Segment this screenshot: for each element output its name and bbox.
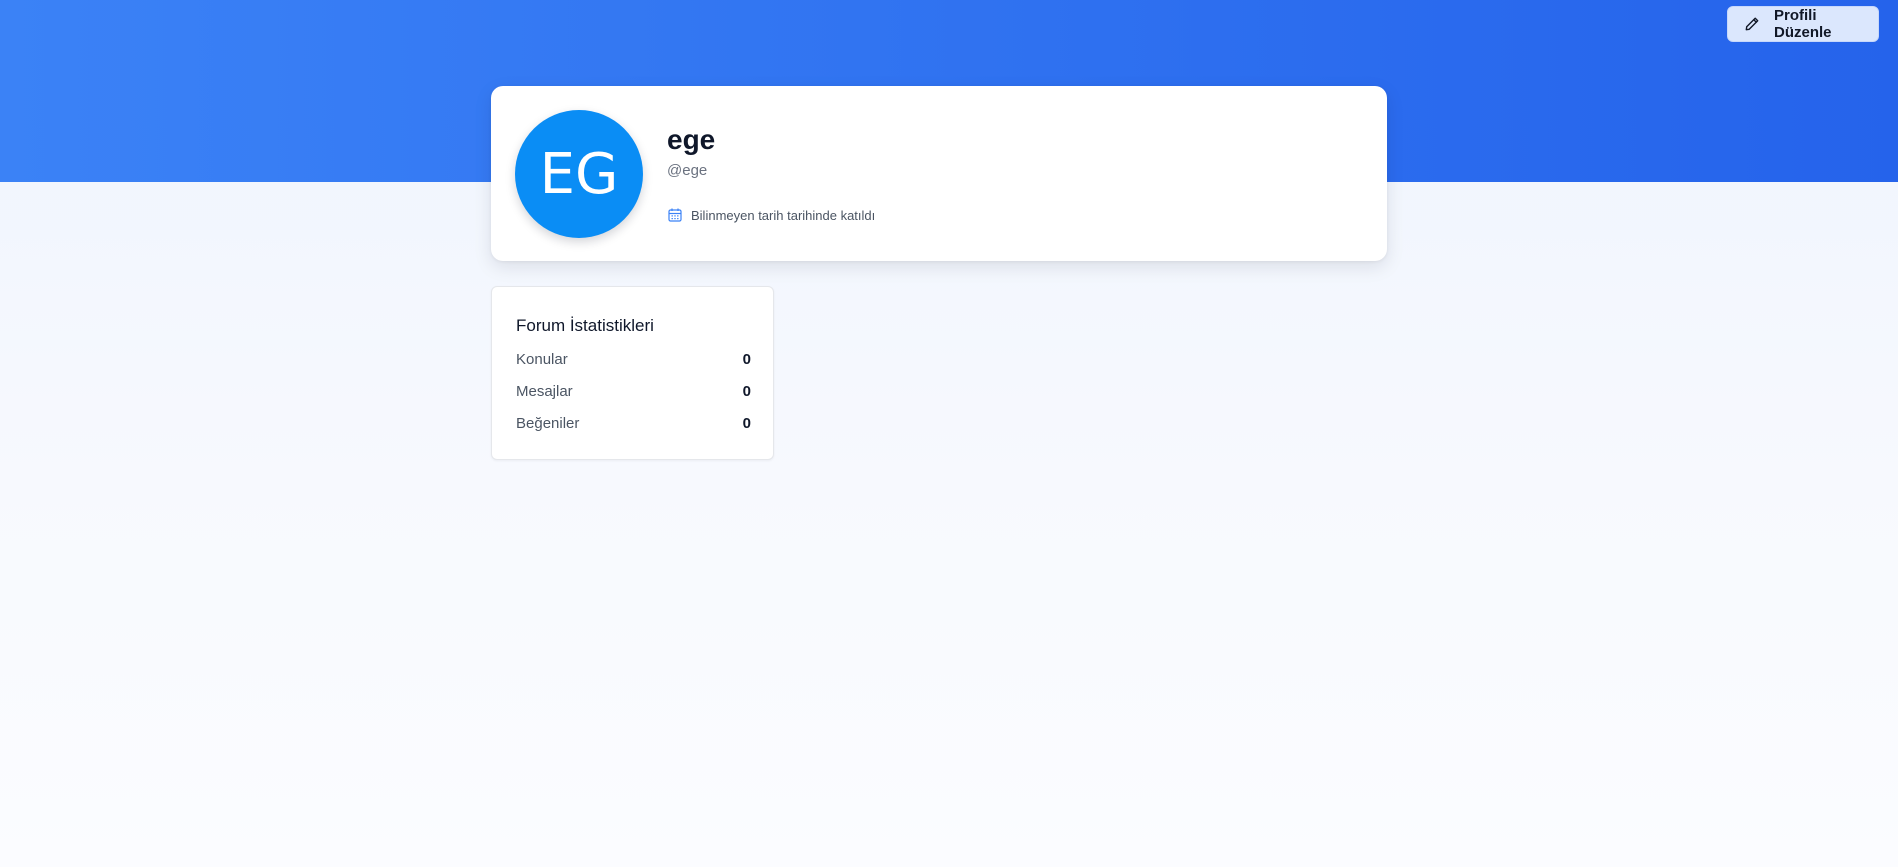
calendar-icon: [667, 207, 683, 223]
stat-label: Beğeniler: [516, 415, 580, 432]
stat-label: Mesajlar: [516, 383, 573, 400]
stat-value: 0: [742, 383, 751, 400]
profile-display-name: ege: [667, 124, 716, 155]
profile-card: EG ege @ege Bilinmeyen tarih tarihinde k…: [491, 86, 1387, 261]
avatar-initials: EG: [539, 141, 619, 207]
forum-stats-card: Forum İstatistikleri Konular 0 Mesajlar …: [491, 286, 774, 460]
edit-profile-label: Profili Düzenle: [1774, 7, 1832, 41]
stat-row-topics: Konular 0: [516, 351, 751, 368]
joined-date-text: Bilinmeyen tarih tarihinde katıldı: [691, 207, 876, 223]
edit-profile-button[interactable]: Profili Düzenle: [1727, 6, 1879, 42]
stat-label: Konular: [516, 351, 568, 368]
stat-value: 0: [742, 415, 751, 432]
profile-handle: @ege: [667, 162, 708, 179]
stat-row-messages: Mesajlar 0: [516, 383, 751, 400]
avatar: EG: [515, 110, 643, 238]
stat-value: 0: [742, 351, 751, 368]
forum-stats-title: Forum İstatistikleri: [516, 316, 654, 335]
joined-date-row: Bilinmeyen tarih tarihinde katıldı: [667, 207, 875, 223]
stat-row-likes: Beğeniler 0: [516, 415, 751, 432]
pencil-icon: [1744, 16, 1760, 32]
